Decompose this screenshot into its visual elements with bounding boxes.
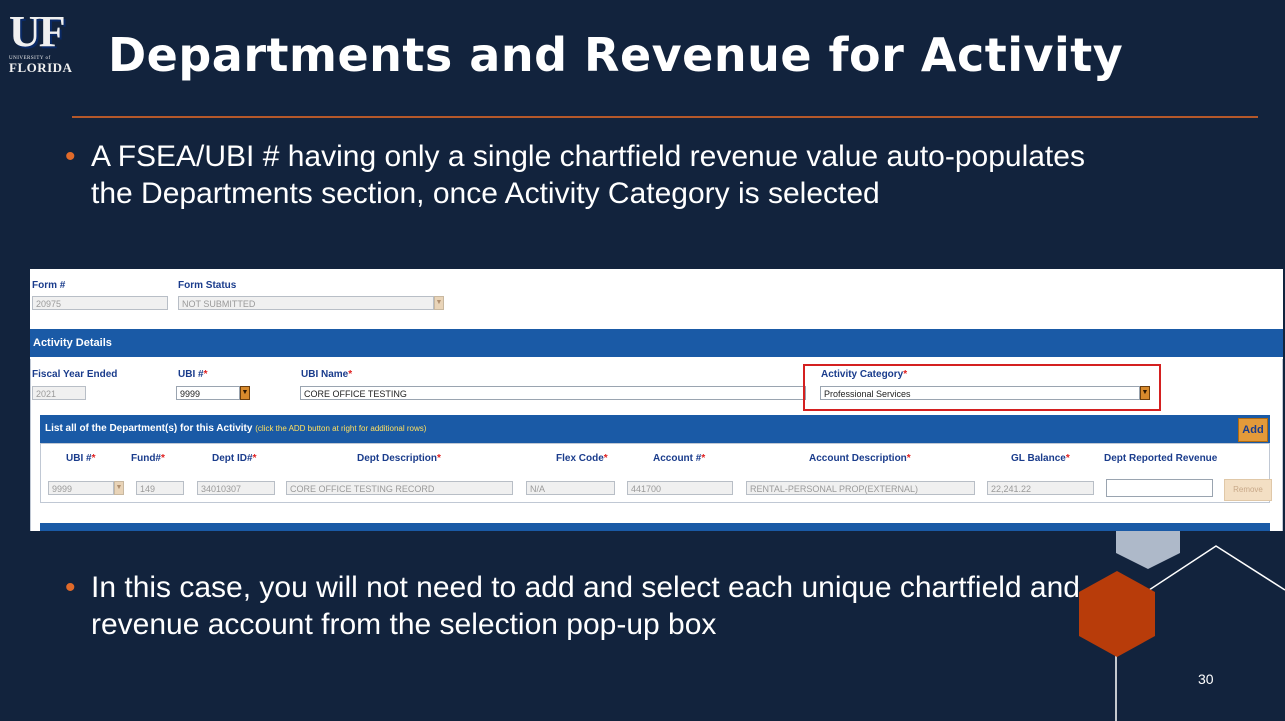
page-number: 30 [1198,671,1214,687]
decorative-shapes [1079,531,1285,721]
small-hexagon-shape [1116,531,1180,569]
orange-hexagon-shape [1079,571,1155,657]
slide: UF UNIVERSITY of FLORIDA Departments and… [0,0,1285,721]
